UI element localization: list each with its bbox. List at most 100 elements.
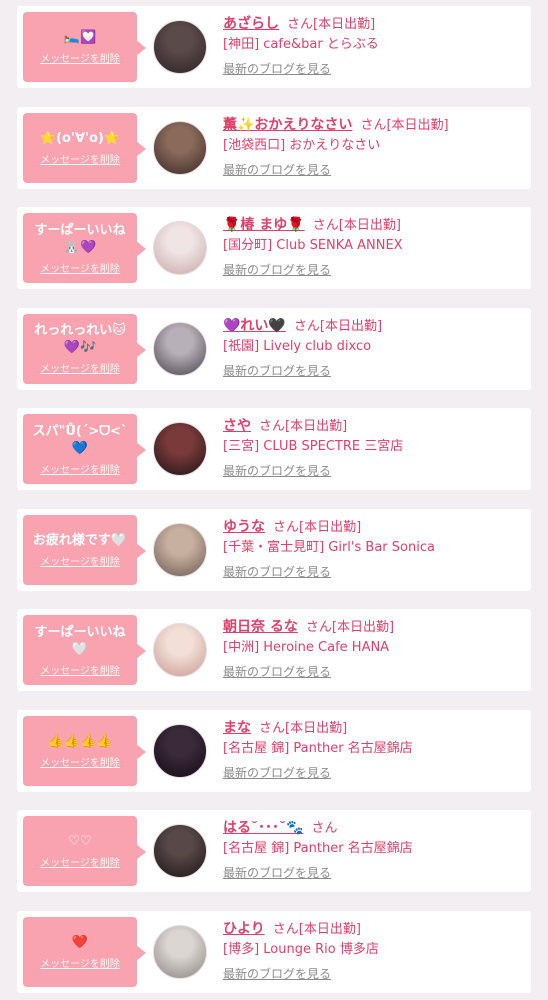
avatar[interactable] [153, 221, 207, 275]
attendance-status: [本日出勤] [331, 620, 395, 635]
cast-name-link[interactable]: はる˘･･･˘🐾 [223, 820, 303, 836]
avatar[interactable] [153, 723, 207, 778]
attendance-status: [本日出勤] [338, 218, 401, 233]
delete-message-link[interactable]: メッセージを削除 [40, 260, 120, 275]
attendance-status: [本日出勤] [299, 519, 362, 535]
delete-message-link[interactable]: メッセージを削除 [40, 360, 120, 375]
delete-message-link[interactable]: メッセージを削除 [40, 151, 120, 166]
message-bubble: すーぱーいいね🐰💜 メッセージを削除 [23, 213, 146, 283]
honorific-label: さん [287, 17, 314, 32]
message-card: れっれっれい🐱💜🎶 メッセージを削除 💜れい🖤 さん[本日出勤] [祇園] Liv… [17, 307, 531, 390]
honorific-label: さん [293, 318, 320, 334]
delete-message-link[interactable]: メッセージを削除 [40, 553, 120, 568]
avatar[interactable] [153, 120, 207, 175]
message-text: スパ"Ů(ˊ>ᗜ<ˋ💙 [32, 423, 128, 456]
cast-info: さや さん[本日出勤] [三宮] CLUB SPECTRE 三宮店 最新のブログを… [223, 414, 523, 479]
shop-name: [神田] cafe&bar とらぶる [223, 37, 379, 52]
latest-blog-link[interactable]: 最新のブログを見る [223, 60, 331, 77]
message-card: ⭐(o'∀'o)⭐ メッセージを削除 薫✨おかえりなさい さん[本日出勤] [池袋… [17, 106, 531, 189]
cast-info: 朝日奈 るな さん[本日出勤] [中洲] Heroine Cafe HANA 最新… [223, 615, 523, 680]
cast-name-link[interactable]: ひより [223, 921, 265, 937]
message-text: ♡♡ [68, 834, 92, 849]
delete-message-link[interactable]: メッセージを削除 [40, 662, 120, 677]
shop-name: [三宮] CLUB SPECTRE 三宮店 [223, 439, 404, 454]
cast-info: まな さん[本日出勤] [名古屋 錦] Panther 名古屋錦店 最新のブログを… [223, 716, 523, 781]
cast-info: はる˘･･･˘🐾 さん [名古屋 錦] Panther 名古屋錦店 最新のブログを… [223, 816, 523, 881]
shop-name: [池袋西口] おかえりなさい [223, 137, 381, 153]
cast-name-link[interactable]: 朝日奈 るな [223, 619, 298, 635]
delete-message-link[interactable]: メッセージを削除 [40, 754, 120, 769]
honorific-label: さん [305, 620, 332, 635]
honorific-label: さん [272, 921, 299, 937]
avatar[interactable] [153, 522, 207, 577]
latest-blog-link[interactable]: 最新のブログを見る [223, 362, 331, 379]
avatar[interactable] [153, 422, 207, 476]
shop-name: [博多] Lounge Rio 博多店 [223, 941, 379, 957]
message-text: ⭐(o'∀'o)⭐ [39, 130, 121, 146]
delete-message-link[interactable]: メッセージを削除 [40, 461, 120, 476]
avatar[interactable] [153, 824, 207, 878]
shop-name: [祇園] Lively club dixco [223, 338, 372, 354]
cast-name-link[interactable]: 🌹椿 まゆ🌹 [223, 217, 305, 233]
cast-info: 🌹椿 まゆ🌹 さん[本日出勤] [国分町] Club SENKA ANNEX 最新… [223, 213, 523, 278]
attendance-status: [本日出勤] [386, 117, 449, 133]
message-bubble: お疲れ様です🤍 メッセージを削除 [23, 514, 146, 585]
message-text: れっれっれい🐱💜🎶 [34, 323, 126, 355]
message-card: お疲れ様です🤍 メッセージを削除 ゆうな さん[本日出勤] [千葉・富士見町] G… [17, 508, 531, 591]
delete-message-link[interactable]: メッセージを削除 [40, 50, 120, 65]
message-text: 🛌💟 [63, 30, 97, 45]
latest-blog-link[interactable]: 最新のブログを見る [223, 764, 331, 781]
message-bubble: スパ"Ů(ˊ>ᗜ<ˋ💙 メッセージを削除 [23, 414, 146, 484]
message-card: ❤️ メッセージを削除 ひより さん[本日出勤] [博多] Lounge Rio … [17, 910, 531, 993]
latest-blog-link[interactable]: 最新のブログを見る [223, 965, 331, 982]
cast-name-link[interactable]: 💜れい🖤 [223, 318, 286, 334]
message-bubble: 🛌💟 メッセージを削除 [23, 12, 146, 82]
message-card: スパ"Ů(ˊ>ᗜ<ˋ💙 メッセージを削除 さや さん[本日出勤] [三宮] CLU… [17, 408, 531, 490]
cast-name-link[interactable]: あざらし [223, 16, 279, 32]
cast-name-link[interactable]: 薫✨おかえりなさい [223, 117, 352, 133]
latest-blog-link[interactable]: 最新のブログを見る [223, 462, 331, 479]
honorific-label: さん [259, 419, 286, 434]
cast-name-link[interactable]: ゆうな [223, 519, 265, 535]
cast-info: 薫✨おかえりなさい さん[本日出勤] [池袋西口] おかえりなさい 最新のブログを… [223, 113, 523, 178]
delete-message-link[interactable]: メッセージを削除 [40, 955, 120, 970]
honorific-label: さん [311, 821, 338, 836]
attendance-status: [本日出勤] [285, 419, 348, 434]
shop-name: [千葉・富士見町] Girl's Bar Sonica [223, 539, 435, 555]
shop-name: [名古屋 錦] Panther 名古屋錦店 [223, 841, 413, 856]
latest-blog-link[interactable]: 最新のブログを見る [223, 663, 331, 680]
message-card: 👍👍👍👍 メッセージを削除 まな さん[本日出勤] [名古屋 錦] Panther… [17, 709, 531, 792]
attendance-status: [本日出勤] [298, 921, 361, 937]
cast-name-link[interactable]: さや [223, 418, 251, 434]
latest-blog-link[interactable]: 最新のブログを見る [223, 563, 331, 580]
avatar[interactable] [153, 924, 207, 979]
latest-blog-link[interactable]: 最新のブログを見る [223, 261, 331, 278]
honorific-label: さん [312, 218, 339, 233]
avatar[interactable] [153, 20, 207, 74]
cast-info: 💜れい🖤 さん[本日出勤] [祇園] Lively club dixco 最新のブ… [223, 314, 523, 379]
attendance-status: [本日出勤] [319, 318, 383, 334]
avatar[interactable] [153, 623, 207, 677]
honorific-label: さん [273, 519, 300, 535]
avatar[interactable] [153, 321, 207, 376]
cast-info: ゆうな さん[本日出勤] [千葉・富士見町] Girl's Bar Sonica … [223, 515, 523, 580]
latest-blog-link[interactable]: 最新のブログを見る [223, 161, 331, 178]
message-card: 🛌💟 メッセージを削除 あざらし さん[本日出勤] [神田] cafe&bar と… [17, 6, 531, 88]
message-bubble: すーぱーいいね🤍 メッセージを削除 [23, 615, 146, 685]
latest-blog-link[interactable]: 最新のブログを見る [223, 864, 331, 881]
honorific-label: さん [259, 720, 286, 736]
message-bubble: ❤️ メッセージを削除 [23, 916, 146, 987]
cast-info: ひより さん[本日出勤] [博多] Lounge Rio 博多店 最新のブログを見… [223, 917, 523, 982]
message-text: すーぱーいいね🐰💜 [34, 222, 126, 255]
message-bubble: れっれっれい🐱💜🎶 メッセージを削除 [23, 313, 146, 384]
attendance-status: [本日出勤] [313, 17, 376, 32]
message-card: ♡♡ メッセージを削除 はる˘･･･˘🐾 さん [名古屋 錦] Panther 名… [17, 810, 531, 892]
cast-name-link[interactable]: まな [223, 720, 251, 736]
cast-info: あざらし さん[本日出勤] [神田] cafe&bar とらぶる 最新のブログを見… [223, 12, 523, 77]
shop-name: [国分町] Club SENKA ANNEX [223, 238, 403, 253]
delete-message-link[interactable]: メッセージを削除 [40, 854, 120, 869]
message-text: 👍👍👍👍 [47, 733, 113, 749]
message-text: ❤️ [71, 934, 89, 950]
honorific-label: さん [360, 117, 387, 133]
message-card: すーぱーいいね🤍 メッセージを削除 朝日奈 るな さん[本日出勤] [中洲] He… [17, 609, 531, 691]
